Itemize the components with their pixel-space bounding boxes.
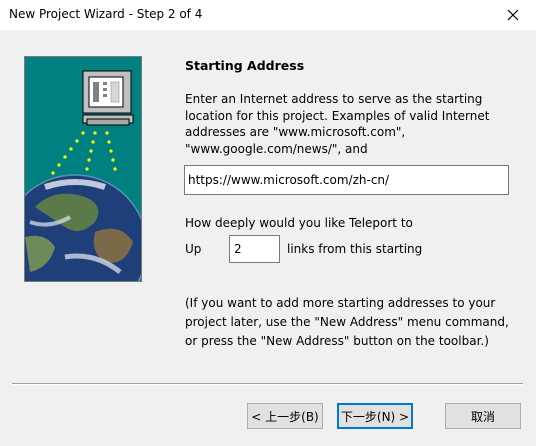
section-heading: Starting Address <box>185 58 305 73</box>
links-label: links from this starting <box>287 242 423 256</box>
separator <box>12 383 523 385</box>
note-line: or press the "New Address" button on the… <box>185 334 489 348</box>
starting-address-input[interactable]: https://www.microsoft.com/zh-cn/ <box>184 165 509 195</box>
title-bar: New Project Wizard - Step 2 of 4 <box>0 0 536 30</box>
close-button[interactable] <box>490 0 536 30</box>
wizard-illustration <box>24 56 142 282</box>
link-depth-input[interactable]: 2 <box>229 235 280 263</box>
close-icon <box>507 9 519 21</box>
back-button[interactable]: < 上一步(B) <box>247 403 323 429</box>
description-line: "www.google.com/news/", and <box>185 141 368 156</box>
cancel-button[interactable]: 取消 <box>445 403 521 429</box>
up-label: Up <box>185 242 202 256</box>
description-text: Enter an Internet address to serve as th… <box>185 91 491 161</box>
note-line: (If you want to add more starting addres… <box>185 296 496 310</box>
signal-dots <box>51 131 117 175</box>
description-line: location for this project. Examples of v… <box>185 108 490 123</box>
window-title: New Project Wizard - Step 2 of 4 <box>9 7 203 21</box>
computer-icon <box>82 70 134 126</box>
depth-question-label: How deeply would you like Teleport to <box>185 216 413 230</box>
next-button[interactable]: 下一步(N) > <box>337 403 413 429</box>
note-line: project later, use the "New Address" men… <box>185 315 509 329</box>
note-text: (If you want to add more starting addres… <box>185 294 515 351</box>
description-line: Enter an Internet address to serve as th… <box>185 92 483 106</box>
globe-icon <box>25 174 141 281</box>
description-line: addresses are "www.microsoft.com", <box>185 125 406 139</box>
